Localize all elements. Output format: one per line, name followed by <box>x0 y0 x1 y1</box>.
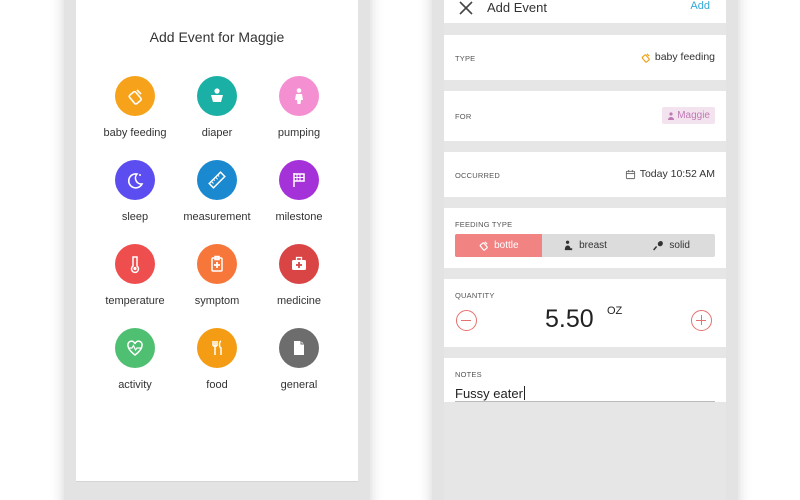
category-label: pumping <box>277 127 321 139</box>
nav-bar: Add Event Add <box>444 0 726 23</box>
category-milestone[interactable]: milestone <box>251 160 347 230</box>
segment-breast[interactable]: breast <box>542 234 629 257</box>
bottle-icon <box>641 52 650 63</box>
quantity-label: QUANTITY <box>455 291 495 300</box>
category-medicine[interactable]: medicine <box>251 244 347 314</box>
bottle-icon <box>115 76 155 116</box>
person-icon <box>668 111 675 120</box>
document-icon <box>279 328 319 368</box>
add-button[interactable]: Add <box>690 0 710 12</box>
for-row[interactable]: FOR Maggie <box>444 91 726 141</box>
moon-stars-icon <box>115 160 155 200</box>
nursing-mother-icon <box>564 240 573 251</box>
category-label: milestone <box>275 211 323 223</box>
segment-label: bottle <box>494 240 519 251</box>
notes-label: NOTES <box>455 370 482 379</box>
close-icon[interactable] <box>458 0 474 16</box>
event-form-screen: Add Event Add TYPE baby feeding FOR Magg… <box>444 0 726 500</box>
occurred-value: Today 10:52 AM <box>625 168 715 180</box>
type-label: TYPE <box>455 54 476 63</box>
segment-label: breast <box>579 240 607 251</box>
add-event-screen: Add Event for Maggie baby feeding diaper <box>76 0 358 482</box>
category-general[interactable]: general <box>251 328 347 398</box>
calendar-icon <box>625 169 635 179</box>
quantity-unit: OZ <box>607 305 623 317</box>
nav-title: Add Event <box>487 0 547 15</box>
type-row[interactable]: TYPE baby feeding <box>444 35 726 80</box>
notes-text: Fussy eater <box>455 386 523 401</box>
category-label: medicine <box>276 295 322 307</box>
ruler-icon <box>197 160 237 200</box>
occurred-value-text: Today 10:52 AM <box>639 168 715 180</box>
type-value: baby feeding <box>640 51 715 63</box>
page-title: Add Event for Maggie <box>149 29 285 45</box>
left-phone-frame: Add Event for Maggie baby feeding diaper <box>64 0 370 500</box>
quantity-value[interactable]: 5.50 <box>545 305 594 334</box>
occurred-label: OCCURRED <box>455 171 500 180</box>
quantity-row: QUANTITY 5.50 OZ <box>444 279 726 347</box>
notes-input[interactable]: Fussy eater <box>455 386 715 402</box>
notes-row: NOTES Fussy eater <box>444 358 726 402</box>
child-chip[interactable]: Maggie <box>662 107 715 124</box>
category-label: general <box>280 379 318 391</box>
divider <box>76 481 358 482</box>
occurred-row[interactable]: OCCURRED Today 10:52 AM <box>444 152 726 197</box>
child-name: Maggie <box>677 110 710 121</box>
for-label: FOR <box>455 112 472 121</box>
segment-solid[interactable]: solid <box>628 234 715 257</box>
feeding-type-row: FEEDING TYPE bottle breast solid <box>444 208 726 268</box>
segment-label: solid <box>669 240 690 251</box>
pumping-mother-icon <box>279 76 319 116</box>
text-caret <box>523 386 525 400</box>
diaper-baby-icon <box>197 76 237 116</box>
heartbeat-icon <box>115 328 155 368</box>
bottle-icon <box>479 241 488 251</box>
increase-quantity-button[interactable] <box>691 310 712 331</box>
flag-icon <box>279 160 319 200</box>
right-phone-frame: Add Event Add TYPE baby feeding FOR Magg… <box>432 0 738 500</box>
medical-kit-icon <box>279 244 319 284</box>
spoon-icon <box>653 241 664 251</box>
category-pumping[interactable]: pumping <box>251 76 347 146</box>
thermometer-icon <box>115 244 155 284</box>
feeding-type-selector: bottle breast solid <box>455 234 715 257</box>
decrease-quantity-button[interactable] <box>456 310 477 331</box>
segment-bottle[interactable]: bottle <box>455 234 542 257</box>
clipboard-plus-icon <box>197 244 237 284</box>
type-value-text: baby feeding <box>654 51 715 63</box>
feeding-type-label: FEEDING TYPE <box>455 220 513 229</box>
fork-knife-icon <box>197 328 237 368</box>
